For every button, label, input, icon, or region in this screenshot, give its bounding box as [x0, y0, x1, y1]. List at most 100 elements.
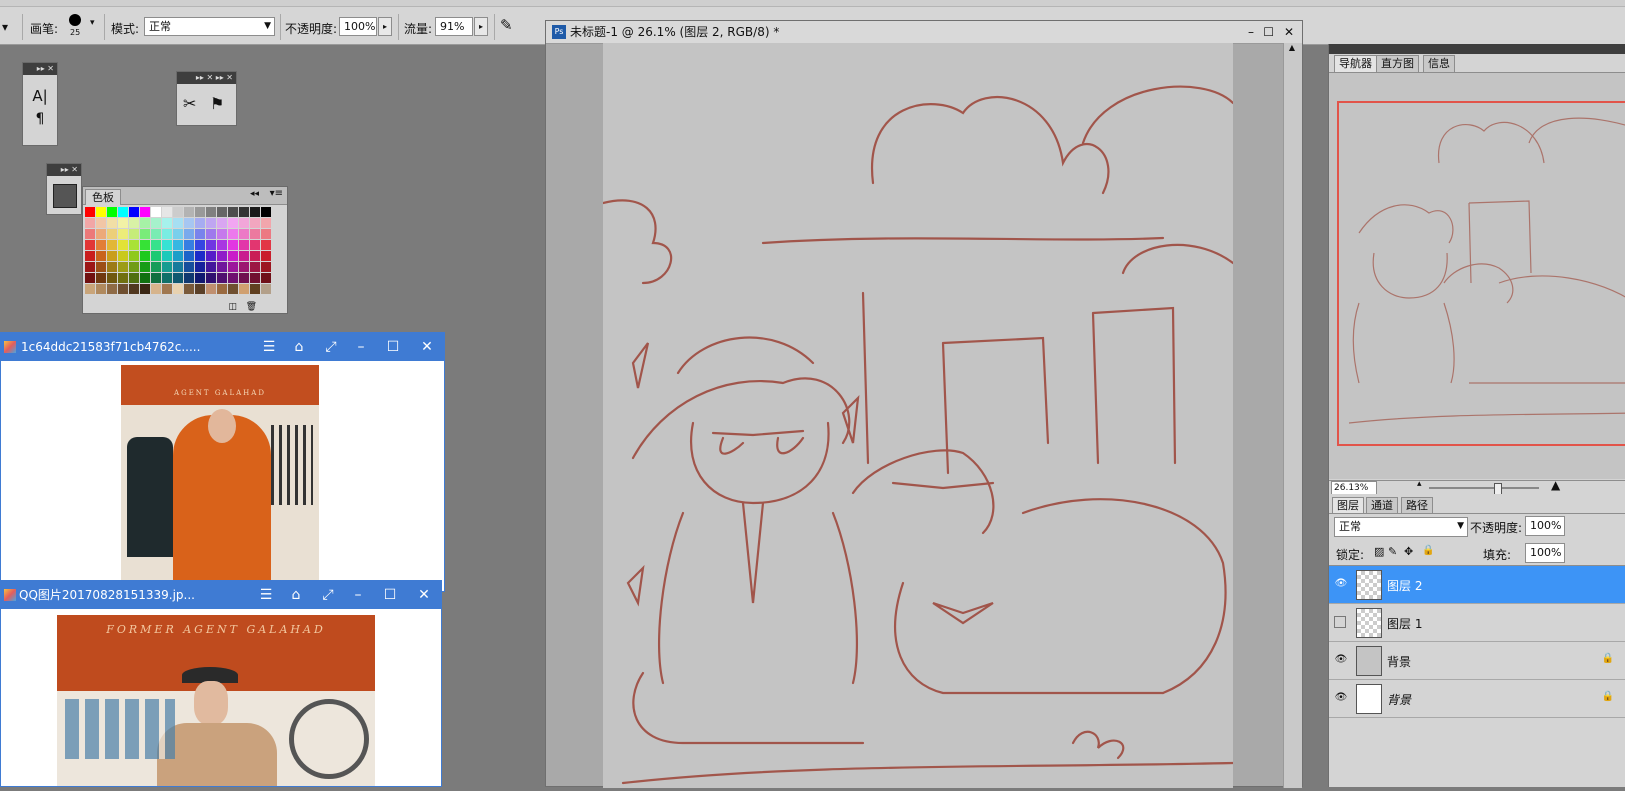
tab-channels[interactable]: 通道: [1366, 497, 1398, 514]
swatch-color[interactable]: [206, 262, 216, 272]
swatch-color[interactable]: [151, 240, 161, 250]
swatch-color[interactable]: [162, 251, 172, 261]
swatch-color[interactable]: [261, 273, 271, 283]
swatch-color[interactable]: [195, 207, 205, 217]
swatch-color[interactable]: [173, 229, 183, 239]
zoom-out-icon[interactable]: ▴: [1417, 479, 1422, 489]
minimize-icon[interactable]: –: [1248, 21, 1254, 43]
swatch-color[interactable]: [217, 207, 227, 217]
panel-header[interactable]: ▸▸ ✕: [47, 164, 81, 176]
swatch-color[interactable]: [129, 251, 139, 261]
swatch-color[interactable]: [118, 262, 128, 272]
swatch-color[interactable]: [85, 240, 95, 250]
layer-row-layer-2[interactable]: 👁 图层 2: [1329, 566, 1625, 604]
swatch-color[interactable]: [217, 284, 227, 294]
swatch-color[interactable]: [107, 207, 117, 217]
new-swatch-icon[interactable]: ◫: [228, 302, 237, 312]
swatch-color[interactable]: [206, 207, 216, 217]
close-icon[interactable]: ✕: [1284, 21, 1294, 43]
swatch-color[interactable]: [261, 251, 271, 261]
swatch-color[interactable]: [151, 218, 161, 228]
swatch-color[interactable]: [96, 207, 106, 217]
swatch-color[interactable]: [184, 273, 194, 283]
swatch-color[interactable]: [151, 229, 161, 239]
airbrush-icon[interactable]: ✎: [500, 16, 513, 34]
trash-icon[interactable]: 🗑: [246, 302, 257, 312]
skin-icon[interactable]: ⌂: [282, 581, 310, 609]
eye-icon[interactable]: 👁: [1334, 654, 1348, 666]
swatch-color[interactable]: [107, 240, 117, 250]
maximize-icon[interactable]: ☐: [379, 333, 407, 361]
swatch-color[interactable]: [184, 229, 194, 239]
swatch-color[interactable]: [217, 251, 227, 261]
swatch-color[interactable]: [261, 240, 271, 250]
swatch-color[interactable]: [206, 240, 216, 250]
swatch-color[interactable]: [217, 218, 227, 228]
swatch-color[interactable]: [162, 273, 172, 283]
swatch-color[interactable]: [217, 262, 227, 272]
swatch-color[interactable]: [261, 218, 271, 228]
swatch-color[interactable]: [250, 229, 260, 239]
swatch-color[interactable]: [118, 229, 128, 239]
tab-swatches[interactable]: 色板: [85, 189, 121, 205]
swatch-color[interactable]: [129, 218, 139, 228]
lock-paint-icon[interactable]: ✎: [1388, 545, 1397, 558]
lock-move-icon[interactable]: ✥: [1404, 545, 1413, 558]
eye-icon[interactable]: 👁: [1334, 578, 1348, 590]
swatch-color[interactable]: [162, 207, 172, 217]
swatch-color[interactable]: [239, 284, 249, 294]
swatch-color[interactable]: [107, 229, 117, 239]
swatch-color[interactable]: [228, 273, 238, 283]
swatch-color[interactable]: [173, 240, 183, 250]
swatch-color[interactable]: [129, 207, 139, 217]
swatch-color[interactable]: [173, 262, 183, 272]
swatch-color[interactable]: [162, 218, 172, 228]
swatch-color[interactable]: [140, 240, 150, 250]
zoom-input[interactable]: 26.13%: [1331, 481, 1377, 495]
menu-icon[interactable]: ☰: [252, 581, 280, 609]
swatch-color[interactable]: [195, 273, 205, 283]
swatch-color[interactable]: [195, 251, 205, 261]
panel-menu-icon[interactable]: ▾≡: [270, 188, 283, 199]
swatch-color[interactable]: [151, 207, 161, 217]
view-box[interactable]: [1337, 101, 1625, 446]
swatch-color[interactable]: [239, 218, 249, 228]
character-icon[interactable]: A|: [23, 87, 57, 105]
swatch-color[interactable]: [129, 284, 139, 294]
panel-header[interactable]: ▸▸ ✕ ▸▸ ✕: [177, 72, 236, 84]
document-titlebar[interactable]: Ps 未标题-1 @ 26.1% (图层 2, RGB/8) * – ☐ ✕: [546, 21, 1302, 44]
tool-preset-arrow[interactable]: ▾: [2, 20, 8, 34]
swatch-color[interactable]: [195, 284, 205, 294]
tab-histogram[interactable]: 直方图: [1376, 55, 1419, 72]
swatch-color[interactable]: [173, 273, 183, 283]
swatch-color[interactable]: [195, 218, 205, 228]
visibility-toggle-off[interactable]: [1334, 616, 1346, 628]
swatch-color[interactable]: [206, 251, 216, 261]
swatch-color[interactable]: [239, 229, 249, 239]
swatch-color[interactable]: [107, 284, 117, 294]
swatch-color[interactable]: [173, 207, 183, 217]
swatch-color[interactable]: [140, 251, 150, 261]
swatch-color[interactable]: [173, 284, 183, 294]
swatch-color[interactable]: [118, 207, 128, 217]
panel-header[interactable]: ▸▸ ✕: [23, 63, 57, 75]
panel-dock-header[interactable]: [1329, 44, 1625, 54]
drawing-canvas[interactable]: [601, 43, 1235, 788]
swatch-color[interactable]: [140, 207, 150, 217]
swatch-color[interactable]: [140, 284, 150, 294]
maximize-icon[interactable]: ☐: [376, 581, 404, 609]
fullscreen-icon[interactable]: ⤢: [314, 581, 342, 609]
swatch-color[interactable]: [96, 262, 106, 272]
mode-select[interactable]: 正常 ▼: [144, 17, 275, 36]
tab-paths[interactable]: 路径: [1401, 497, 1433, 514]
swatches-icon[interactable]: [53, 184, 77, 208]
paragraph-icon[interactable]: ¶: [23, 111, 57, 127]
swatch-color[interactable]: [261, 229, 271, 239]
zoom-in-icon[interactable]: ▲: [1551, 478, 1560, 492]
swatch-color[interactable]: [239, 207, 249, 217]
swatch-color[interactable]: [239, 273, 249, 283]
minimize-icon[interactable]: –: [347, 333, 375, 361]
swatch-color[interactable]: [96, 229, 106, 239]
swatch-color[interactable]: [173, 218, 183, 228]
swatch-color[interactable]: [228, 218, 238, 228]
